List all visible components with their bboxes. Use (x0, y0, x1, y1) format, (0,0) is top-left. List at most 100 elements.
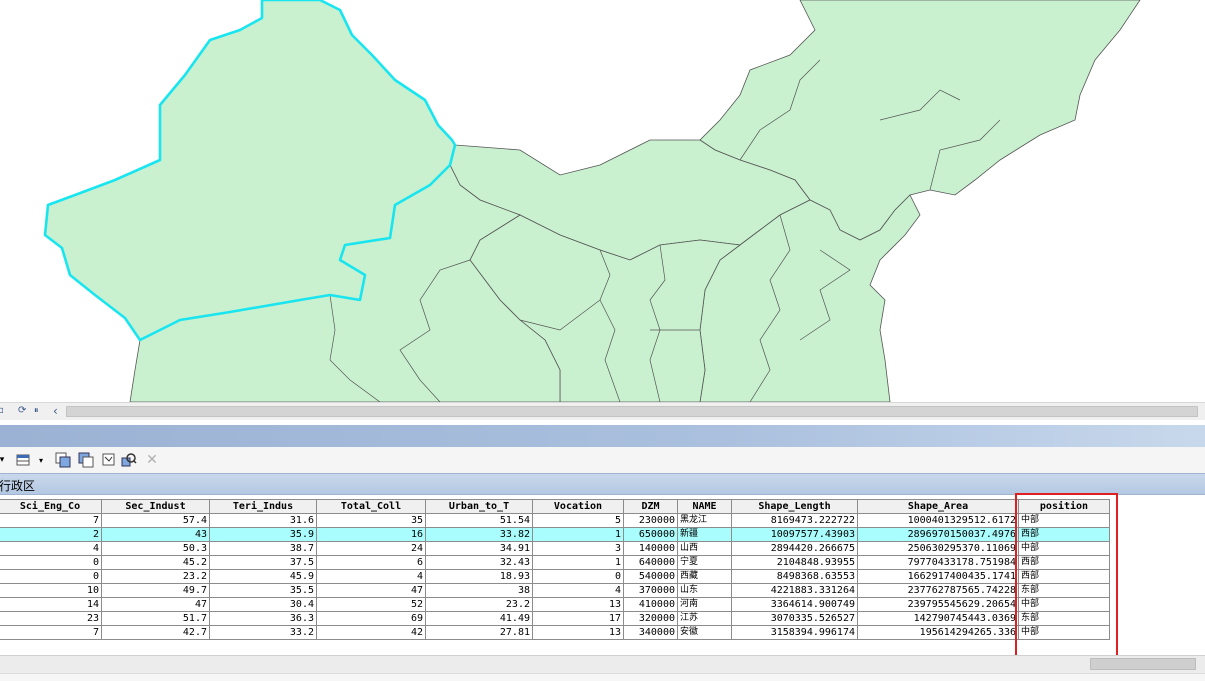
column-header-vocation[interactable]: Vocation (532, 499, 624, 514)
table-row[interactable]: 10 49.7 35.5 47 38 4 370000 山东 4221883.331264 237… (0, 583, 1110, 598)
cell-sec-indust[interactable]: 43 (101, 527, 210, 542)
table-row[interactable]: 4 50.3 38.7 24 34.91 3 140000 山西 2894420.266675 2… (0, 541, 1110, 556)
cell-position[interactable]: 中部 (1018, 513, 1110, 528)
cell-dzm[interactable]: 340000 (623, 625, 678, 640)
cell-urban-to-t[interactable]: 23.2 (425, 597, 533, 612)
cell-name[interactable]: 山东 (677, 583, 732, 598)
cell-sci-eng-co[interactable]: 23 (0, 611, 102, 626)
cell-dzm[interactable]: 140000 (623, 541, 678, 556)
column-header-shape-area[interactable]: Shape_Area (857, 499, 1019, 514)
cell-teri-indus[interactable]: 45.9 (209, 569, 317, 584)
cell-name[interactable]: 西藏 (677, 569, 732, 584)
cell-shape-area[interactable]: 142790745443.0369 (857, 611, 1019, 626)
cell-sec-indust[interactable]: 51.7 (101, 611, 210, 626)
cell-sci-eng-co[interactable]: 14 (0, 597, 102, 612)
cell-dzm[interactable]: 230000 (623, 513, 678, 528)
cell-total-coll[interactable]: 47 (316, 583, 426, 598)
select-by-attributes-icon[interactable] (55, 452, 71, 468)
cell-shape-length[interactable]: 4221883.331264 (731, 583, 858, 598)
delete-selected-icon[interactable]: ✕ (144, 452, 160, 468)
cell-shape-area[interactable]: 1662917400435.1741 (857, 569, 1019, 584)
cell-position[interactable]: 东部 (1018, 611, 1110, 626)
cell-total-coll[interactable]: 69 (316, 611, 426, 626)
cell-vocation[interactable]: 13 (532, 597, 624, 612)
cell-shape-area[interactable]: 237762787565.74228 (857, 583, 1019, 598)
cell-shape-area[interactable]: 2896970150037.4976 (857, 527, 1019, 542)
cell-urban-to-t[interactable]: 18.93 (425, 569, 533, 584)
cell-sec-indust[interactable]: 50.3 (101, 541, 210, 556)
cell-vocation[interactable]: 17 (532, 611, 624, 626)
cell-name[interactable]: 黑龙江 (677, 513, 732, 528)
cell-position[interactable]: 西部 (1018, 527, 1110, 542)
cell-shape-length[interactable]: 3158394.996174 (731, 625, 858, 640)
cell-total-coll[interactable]: 24 (316, 541, 426, 556)
cell-name[interactable]: 山西 (677, 541, 732, 556)
table-row[interactable]: 7 57.4 31.6 35 51.54 5 230000 黑龙江 8169473.222722… (0, 513, 1110, 528)
cell-total-coll[interactable]: 6 (316, 555, 426, 570)
table-row[interactable]: 0 45.2 37.5 6 32.43 1 640000 宁夏 2104848.93955 797… (0, 555, 1110, 570)
cell-sec-indust[interactable]: 57.4 (101, 513, 210, 528)
cell-sec-indust[interactable]: 42.7 (101, 625, 210, 640)
options-dropdown-icon[interactable]: ▾ (33, 452, 49, 468)
cell-sci-eng-co[interactable]: 10 (0, 583, 102, 598)
cell-sec-indust[interactable]: 45.2 (101, 555, 210, 570)
zoom-to-selected-icon[interactable] (121, 452, 137, 468)
map-horizontal-scrollbar[interactable] (66, 406, 1198, 417)
cell-position[interactable]: 东部 (1018, 583, 1110, 598)
cell-dzm[interactable]: 640000 (623, 555, 678, 570)
cell-teri-indus[interactable]: 38.7 (209, 541, 317, 556)
cell-dzm[interactable]: 410000 (623, 597, 678, 612)
cell-vocation[interactable]: 5 (532, 513, 624, 528)
cell-name[interactable]: 江苏 (677, 611, 732, 626)
refresh-icon[interactable]: ⟳ (18, 405, 26, 417)
cell-position[interactable]: 西部 (1018, 555, 1110, 570)
clear-selection-icon[interactable] (101, 452, 117, 468)
cell-urban-to-t[interactable]: 38 (425, 583, 533, 598)
map-view[interactable] (0, 0, 1205, 402)
cell-vocation[interactable]: 0 (532, 569, 624, 584)
cell-urban-to-t[interactable]: 33.82 (425, 527, 533, 542)
cell-sec-indust[interactable]: 47 (101, 597, 210, 612)
column-header-position[interactable]: position (1018, 499, 1110, 514)
cell-shape-area[interactable]: 239795545629.20654 (857, 597, 1019, 612)
cell-dzm[interactable]: 320000 (623, 611, 678, 626)
cell-urban-to-t[interactable]: 32.43 (425, 555, 533, 570)
column-header-name[interactable]: NAME (677, 499, 732, 514)
cell-position[interactable]: 中部 (1018, 597, 1110, 612)
cell-total-coll[interactable]: 52 (316, 597, 426, 612)
column-header-shape-length[interactable]: Shape_Length (731, 499, 858, 514)
cell-teri-indus[interactable]: 35.5 (209, 583, 317, 598)
cell-teri-indus[interactable]: 31.6 (209, 513, 317, 528)
cell-vocation[interactable]: 3 (532, 541, 624, 556)
cell-shape-area[interactable]: 79770433178.751984 (857, 555, 1019, 570)
cell-total-coll[interactable]: 4 (316, 569, 426, 584)
cell-total-coll[interactable]: 42 (316, 625, 426, 640)
table-horizontal-scrollbar-thumb[interactable] (1090, 658, 1196, 670)
cell-teri-indus[interactable]: 30.4 (209, 597, 317, 612)
table-row[interactable]: 7 42.7 33.2 42 27.81 13 340000 安徽 3158394.996174… (0, 625, 1110, 640)
scroll-left-icon[interactable]: ‹ (53, 405, 58, 417)
pan-icon[interactable]: ▫ (0, 405, 4, 417)
cell-name[interactable]: 宁夏 (677, 555, 732, 570)
column-header-urban-to-t[interactable]: Urban_to_T (425, 499, 533, 514)
cell-vocation[interactable]: 13 (532, 625, 624, 640)
table-row[interactable]: 2 43 35.9 16 33.82 1 650000 新疆 10097577.43903 289… (0, 527, 1110, 542)
cell-shape-length[interactable]: 2894420.266675 (731, 541, 858, 556)
cell-shape-area[interactable]: 250630295370.11069 (857, 541, 1019, 556)
column-header-teri-indus[interactable]: Teri_Indus (209, 499, 317, 514)
cell-position[interactable]: 中部 (1018, 625, 1110, 640)
cell-shape-length[interactable]: 10097577.43903 (731, 527, 858, 542)
cell-urban-to-t[interactable]: 51.54 (425, 513, 533, 528)
cell-position[interactable]: 中部 (1018, 541, 1110, 556)
cell-shape-length[interactable]: 2104848.93955 (731, 555, 858, 570)
cell-sec-indust[interactable]: 23.2 (101, 569, 210, 584)
column-header-sci-eng-co[interactable]: Sci_Eng_Co (0, 499, 102, 514)
cell-sci-eng-co[interactable]: 2 (0, 527, 102, 542)
cell-total-coll[interactable]: 16 (316, 527, 426, 542)
layer-table-tab[interactable]: 行政区 (0, 473, 1205, 495)
cell-shape-area[interactable]: 1000401329512.6172 (857, 513, 1019, 528)
cell-name[interactable]: 安徽 (677, 625, 732, 640)
table-row[interactable]: 23 51.7 36.3 69 41.49 17 320000 江苏 3070335.52652… (0, 611, 1110, 626)
cell-shape-length[interactable]: 8169473.222722 (731, 513, 858, 528)
cell-dzm[interactable]: 540000 (623, 569, 678, 584)
